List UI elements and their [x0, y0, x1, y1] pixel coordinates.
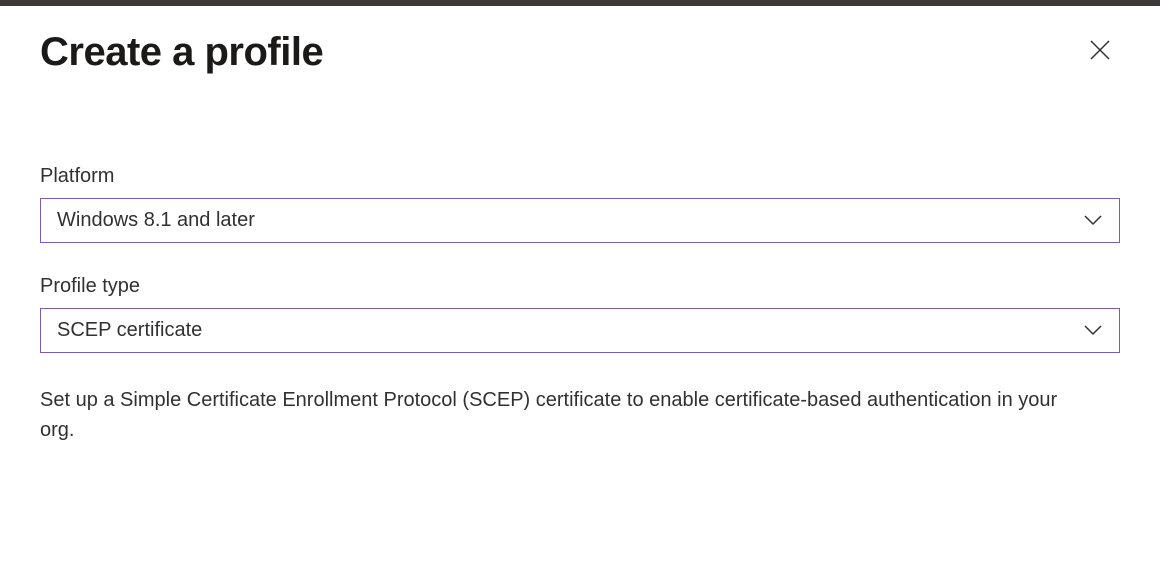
platform-field-group: Platform Windows 8.1 and later — [40, 165, 1120, 243]
chevron-down-icon — [1083, 319, 1103, 342]
platform-label: Platform — [40, 165, 1120, 188]
profile-type-dropdown-value: SCEP certificate — [57, 319, 1083, 342]
page-title: Create a profile — [40, 30, 323, 75]
platform-dropdown[interactable]: Windows 8.1 and later — [40, 198, 1120, 243]
profile-type-field-group: Profile type SCEP certificate — [40, 275, 1120, 353]
profile-type-label: Profile type — [40, 275, 1120, 298]
close-button[interactable] — [1080, 30, 1120, 73]
header: Create a profile — [40, 30, 1120, 75]
close-icon — [1088, 38, 1112, 65]
content-area: Create a profile Platform Windows 8.1 an… — [0, 6, 1160, 469]
chevron-down-icon — [1083, 209, 1103, 232]
profile-type-dropdown[interactable]: SCEP certificate — [40, 308, 1120, 353]
profile-description: Set up a Simple Certificate Enrollment P… — [40, 385, 1060, 445]
platform-dropdown-value: Windows 8.1 and later — [57, 209, 1083, 232]
